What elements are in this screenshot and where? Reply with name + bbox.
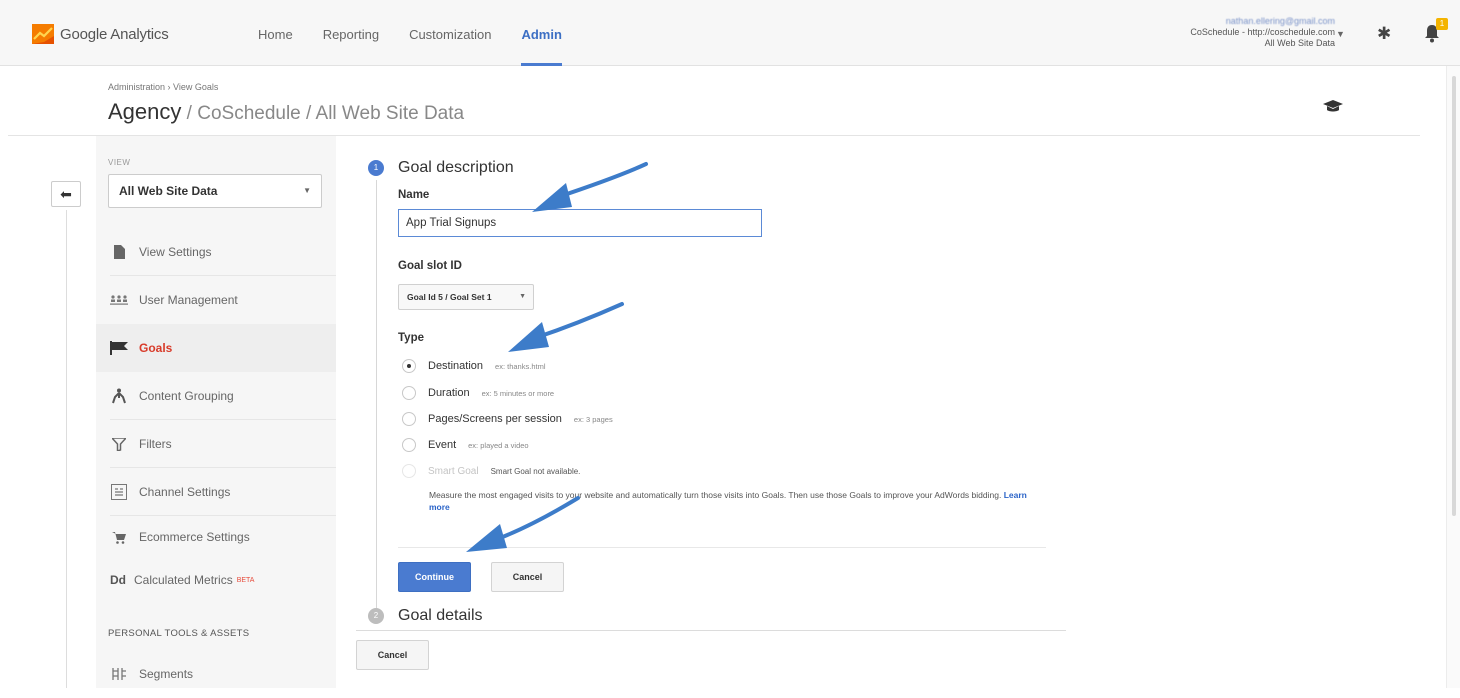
step-1-title: Goal description [398, 159, 514, 176]
sidebar-item-label: Channel Settings [139, 485, 231, 499]
type-option-pages-per-session[interactable]: Pages/Screens per session ex: 3 pages [402, 412, 613, 426]
app-name: Google Analytics [60, 25, 169, 43]
sidebar-item-segments[interactable]: Segments [96, 650, 336, 698]
sidebar-item-view-settings[interactable]: View Settings [96, 228, 336, 276]
nav-admin[interactable]: Admin [521, 0, 563, 66]
type-option-event[interactable]: Event ex: played a video [402, 438, 529, 452]
users-icon [110, 292, 128, 308]
type-option-duration[interactable]: Duration ex: 5 minutes or more [402, 386, 554, 400]
title-path: / CoSchedule / All Web Site Data [181, 103, 465, 124]
sidebar-item-calculated-metrics[interactable]: Dd Calculated Metrics BETA [96, 556, 336, 604]
sidebar-item-label: Filters [139, 437, 172, 451]
cancel-button[interactable]: Cancel [491, 562, 564, 592]
arrow-to-name-field [532, 162, 648, 212]
smart-goal-description: Measure the most engaged visits to your … [429, 489, 1039, 513]
step-connector-line [376, 180, 377, 608]
breadcrumb[interactable]: Administration › View Goals [108, 82, 218, 92]
view-dropdown-caret-icon: ▼ [303, 186, 311, 195]
type-option-label: Event [428, 439, 457, 451]
nav-reporting[interactable]: Reporting [323, 0, 379, 66]
title-account: Agency [108, 99, 182, 124]
sidebar-item-goals[interactable]: Goals [96, 324, 336, 372]
account-caret-icon[interactable]: ▼ [1336, 29, 1345, 39]
segments-icon [110, 666, 128, 682]
goal-name-input[interactable]: App Trial Signups [398, 209, 762, 237]
beta-badge: BETA [236, 576, 255, 584]
sidebar-item-label: User Management [139, 293, 238, 307]
view-dropdown[interactable]: All Web Site Data ▼ [108, 174, 322, 208]
account-view: All Web Site Data [1264, 38, 1335, 48]
radio-button[interactable] [402, 359, 416, 373]
goal-slot-caret-icon: ▼ [519, 293, 526, 300]
shopping-cart-icon [110, 529, 128, 545]
account-selector[interactable]: nathan.ellering@gmail.com CoSchedule - h… [1190, 16, 1335, 49]
sidebar-item-label: Goals [139, 341, 173, 355]
analytics-logo-icon [32, 24, 54, 44]
radio-button[interactable] [402, 386, 416, 400]
cancel-bottom-button[interactable]: Cancel [356, 640, 429, 670]
filter-funnel-icon [110, 436, 128, 452]
notification-count-badge: 1 [1436, 18, 1448, 30]
nav-home[interactable]: Home [258, 0, 293, 66]
type-option-smart-goal: Smart Goal Smart Goal not available. [402, 464, 580, 478]
scrollbar-thumb[interactable] [1452, 76, 1456, 516]
step-2-indicator: 2 [368, 608, 384, 624]
view-dropdown-value: All Web Site Data [119, 184, 218, 198]
step-2-title: Goal details [398, 607, 483, 624]
nav-customization[interactable]: Customization [409, 0, 491, 66]
type-option-example: ex: thanks.html [495, 361, 546, 371]
radio-button[interactable] [402, 438, 416, 452]
sidebar-item-label: Ecommerce Settings [139, 530, 250, 544]
type-option-label: Smart Goal [428, 465, 479, 477]
continue-button[interactable]: Continue [398, 562, 471, 592]
radio-button[interactable] [402, 412, 416, 426]
channel-settings-icon [110, 484, 128, 500]
sidebar-item-label: Calculated Metrics [134, 573, 233, 587]
sidebar-item-user-management[interactable]: User Management [96, 276, 336, 324]
document-icon [110, 244, 128, 260]
back-button[interactable]: ⬅ [51, 181, 81, 207]
view-label: VIEW [108, 158, 131, 167]
radio-button [402, 464, 416, 478]
type-option-example: ex: 5 minutes or more [481, 388, 555, 398]
goal-slot-dropdown[interactable]: Goal Id 5 / Goal Set 1 ▼ [398, 284, 534, 310]
form-divider [398, 547, 1046, 548]
smart-goal-note: Smart Goal not available. [490, 466, 581, 476]
settings-gear-icon[interactable]: ✱ [1377, 24, 1391, 44]
top-bar: Google Analytics Home Reporting Customiz… [0, 0, 1460, 66]
sidebar-item-filters[interactable]: Filters [96, 420, 336, 468]
google-analytics-logo[interactable]: Google Analytics [32, 24, 169, 44]
type-option-destination[interactable]: Destination ex: thanks.html [402, 359, 546, 373]
step-2-divider [356, 630, 1066, 631]
sidebar-item-label: Content Grouping [139, 389, 234, 403]
goal-slot-label: Goal slot ID [398, 260, 462, 272]
sidebar-item-label: View Settings [139, 245, 212, 259]
sidebar-item-label: Segments [139, 667, 194, 681]
type-option-label: Duration [428, 387, 470, 399]
smart-goal-description-text: Measure the most engaged visits to your … [429, 490, 1002, 500]
back-rail [66, 210, 67, 688]
arrow-to-type-destination [508, 302, 624, 352]
account-email: nathan.ellering@gmail.com [1225, 16, 1335, 26]
goal-slot-value: Goal Id 5 / Goal Set 1 [407, 292, 492, 302]
type-label: Type [398, 332, 424, 344]
sidebar-item-content-grouping[interactable]: Content Grouping [96, 372, 336, 420]
sidebar-item-channel-settings[interactable]: Channel Settings [96, 468, 336, 516]
person-walking-icon [110, 388, 128, 404]
step-1-indicator: 1 [368, 160, 384, 176]
flag-icon [110, 340, 128, 356]
section-label-personal-tools: PERSONAL TOOLS & ASSETS [108, 628, 250, 639]
academy-cap-icon[interactable] [1323, 99, 1343, 113]
calculated-metrics-icon: Dd [110, 573, 126, 587]
type-option-example: ex: played a video [468, 440, 529, 450]
name-label: Name [398, 189, 430, 201]
main-nav: Home Reporting Customization Admin [258, 0, 592, 66]
type-option-label: Destination [428, 360, 484, 372]
page-title: Agency / CoSchedule / All Web Site Data [108, 99, 464, 125]
account-property: CoSchedule - http://coschedule.com [1190, 27, 1335, 37]
sidebar-item-ecommerce-settings[interactable]: Ecommerce Settings [96, 513, 336, 561]
type-option-label: Pages/Screens per session [428, 413, 562, 425]
type-option-example: ex: 3 pages [573, 414, 613, 424]
